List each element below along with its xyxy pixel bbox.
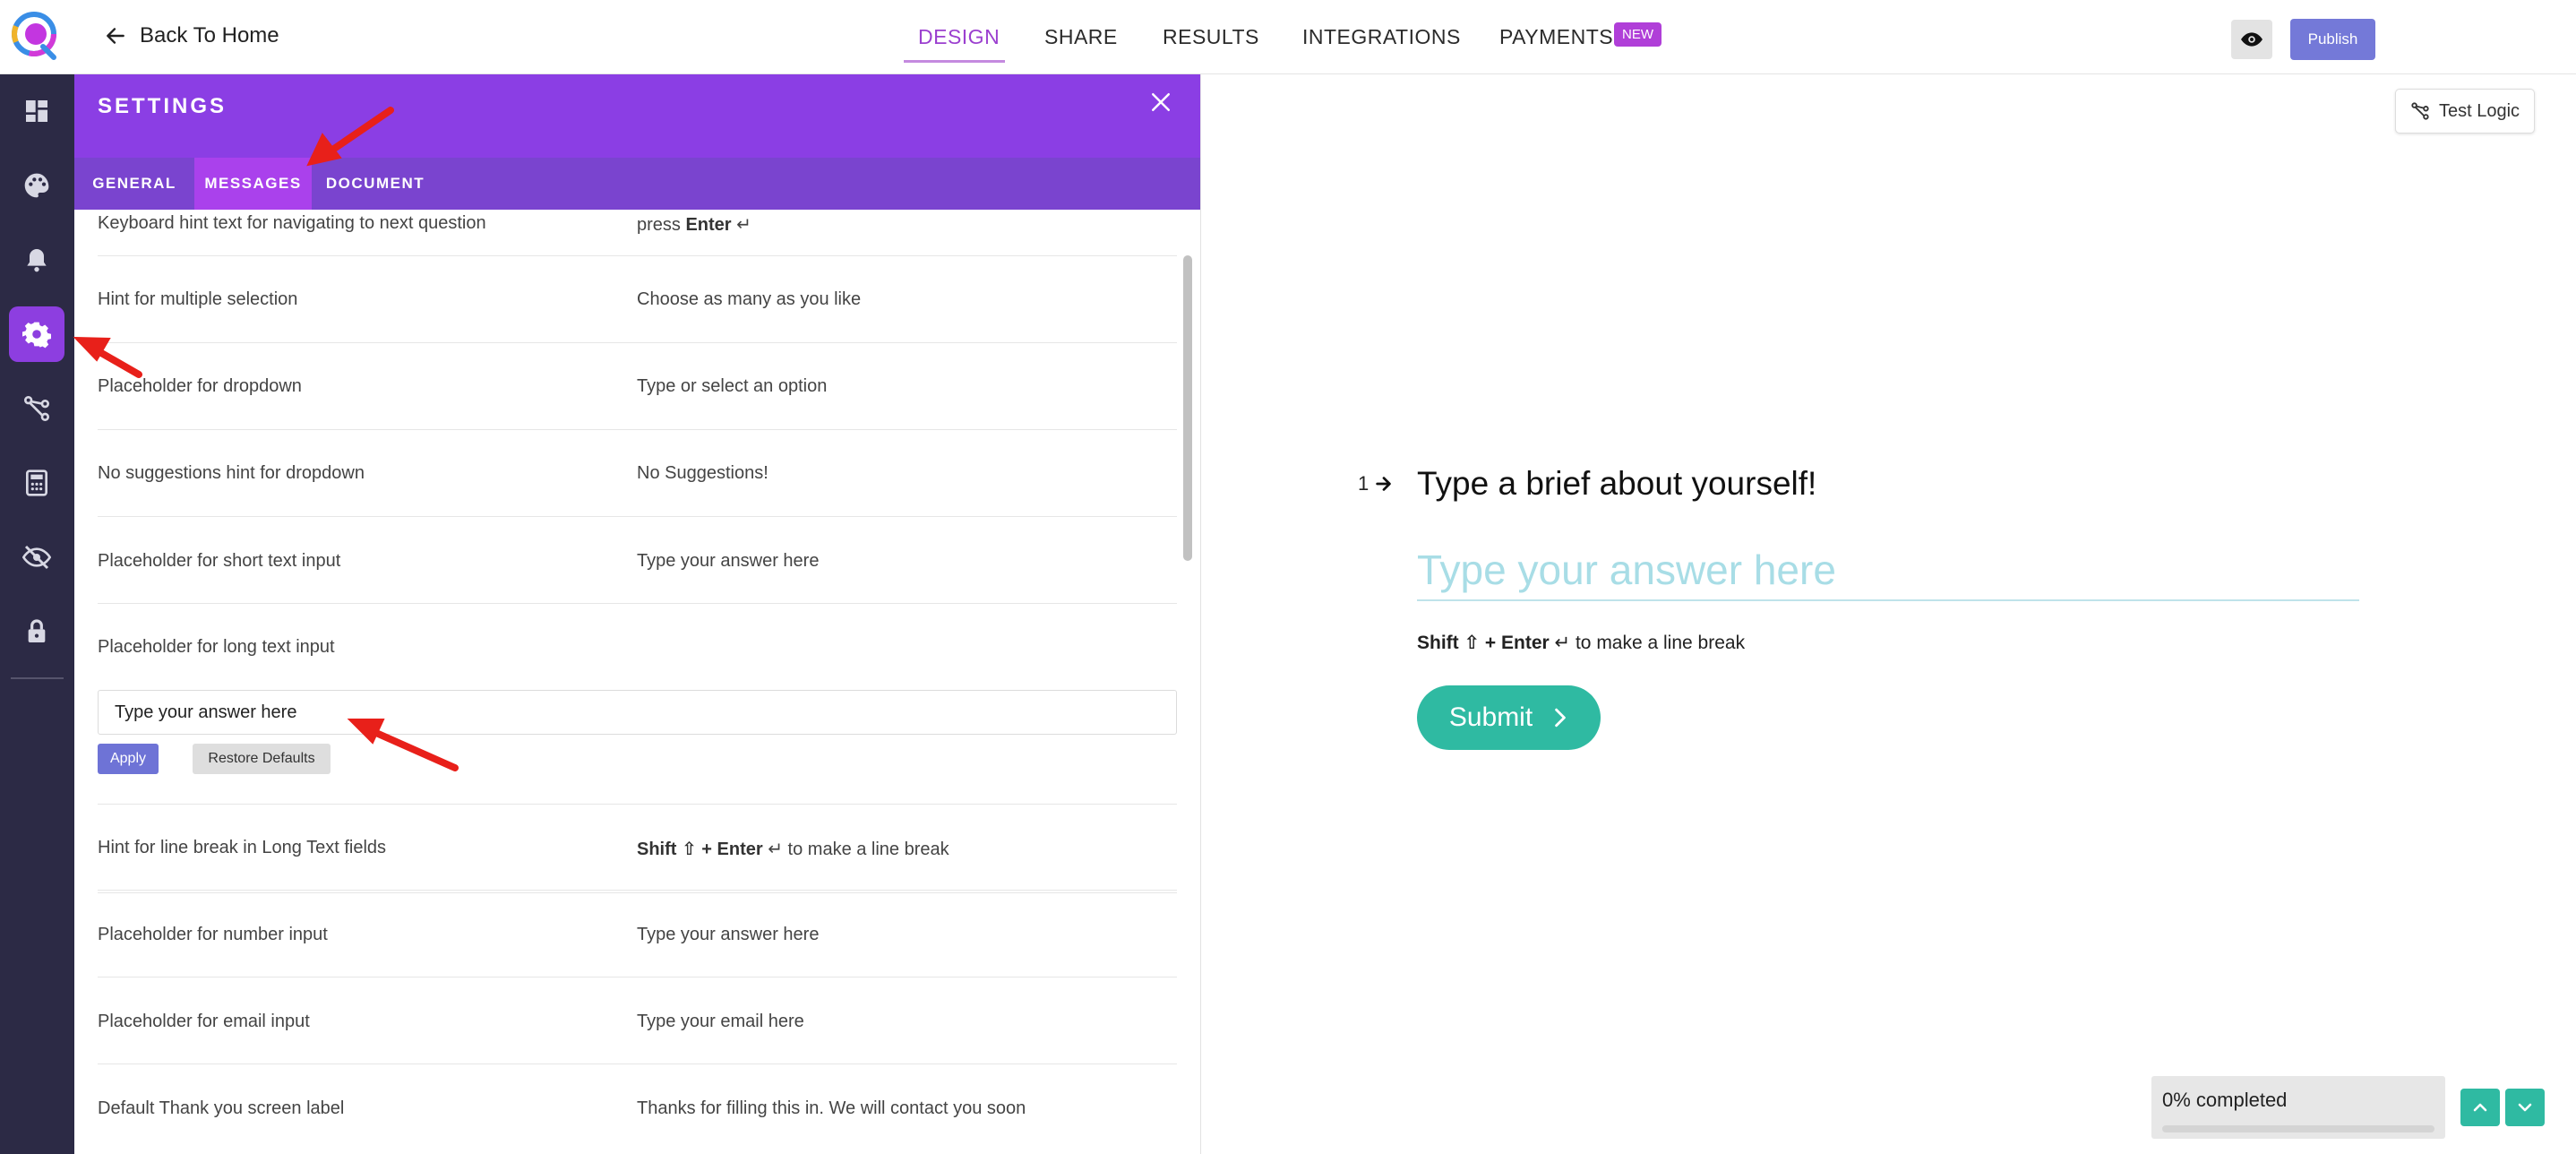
sidebar-item-access[interactable]: [9, 604, 64, 659]
setting-label: No suggestions hint for dropdown: [98, 463, 365, 483]
setting-value: Type your answer here: [637, 925, 820, 944]
left-sidebar: [0, 74, 74, 1154]
publish-button[interactable]: Publish: [2290, 19, 2375, 60]
restore-defaults-button[interactable]: Restore Defaults: [193, 744, 331, 774]
setting-label: Placeholder for short text input: [98, 551, 341, 571]
setting-value: Type your answer here: [637, 551, 820, 571]
setting-label: Placeholder for email input: [98, 1012, 310, 1031]
test-logic-label: Test Logic: [2438, 100, 2520, 121]
next-question-button[interactable]: [2505, 1089, 2545, 1126]
messages-list-visible: Keyboard hint text for navigating to nex…: [98, 210, 1177, 1154]
arrow-right-icon: [1376, 477, 1392, 491]
test-logic-button[interactable]: Test Logic: [2395, 89, 2535, 133]
sidebar-item-dashboard[interactable]: [9, 83, 64, 139]
nav-integrations[interactable]: INTEGRATIONS: [1302, 25, 1461, 49]
setting-label: Hint for line break in Long Text fields: [98, 838, 387, 857]
settings-title: SETTINGS: [98, 94, 228, 118]
setting-value: Type or select an option: [637, 376, 828, 396]
active-nav-underline: [904, 60, 1005, 63]
tab-general[interactable]: GENERAL: [74, 158, 194, 210]
new-badge: NEW: [1614, 22, 1662, 47]
settings-panel: SETTINGS GENERAL MESSAGES DOCUMENT Keybo…: [74, 74, 1200, 1154]
chevron-down-icon: [2518, 1103, 2532, 1112]
settings-tabs: GENERAL MESSAGES DOCUMENT: [74, 158, 1200, 210]
setting-row-line-break-hint[interactable]: Hint for line break in Long Text fields …: [98, 804, 1177, 891]
question-title: Type a brief about yourself!: [1417, 465, 1817, 502]
setting-label: Placeholder for number input: [98, 925, 328, 944]
setting-row-dropdown-placeholder[interactable]: Placeholder for dropdown Type or select …: [98, 343, 1177, 430]
nav-share[interactable]: SHARE: [1044, 25, 1118, 49]
top-bar: Back To Home DESIGN SHARE RESULTS INTEGR…: [0, 0, 2576, 74]
setting-value: Shift ⇧ + Enter ↵ to make a line break: [637, 840, 949, 859]
setting-row-keyboard-hint[interactable]: Keyboard hint text for navigating to nex…: [98, 210, 1177, 256]
answer-input[interactable]: [1417, 540, 2359, 601]
line-break-hint: Shift ⇧ + Enter ↵ to make a line break: [1417, 633, 1746, 653]
branch-icon: [24, 396, 49, 421]
close-icon[interactable]: [1147, 89, 1174, 116]
nav-results[interactable]: RESULTS: [1163, 25, 1259, 49]
bell-icon: [27, 249, 47, 272]
setting-row-no-suggestions[interactable]: No suggestions hint for dropdown No Sugg…: [98, 430, 1177, 517]
back-to-home-link[interactable]: Back To Home: [104, 23, 279, 48]
settings-scrollbar[interactable]: [1183, 255, 1192, 561]
setting-row-number-input[interactable]: Placeholder for number input Type your a…: [98, 891, 1177, 977]
tab-messages[interactable]: MESSAGES: [194, 158, 312, 210]
nav-design[interactable]: DESIGN: [918, 25, 1000, 49]
chevron-right-icon: [1555, 708, 1567, 728]
dashboard-icon: [26, 100, 47, 122]
setting-row-email-input[interactable]: Placeholder for email input Type your em…: [98, 977, 1177, 1064]
sidebar-item-hidden-fields[interactable]: [9, 530, 64, 585]
sidebar-item-settings[interactable]: [9, 306, 64, 362]
setting-label: Keyboard hint text for navigating to nex…: [98, 213, 486, 233]
preview-button[interactable]: [2231, 20, 2272, 59]
setting-row-thank-you-label[interactable]: Default Thank you screen label Thanks fo…: [98, 1064, 1177, 1154]
branch-icon: [2411, 102, 2429, 120]
app-logo[interactable]: [9, 7, 63, 61]
submit-button[interactable]: Submit: [1417, 685, 1601, 750]
progress-track: [2162, 1125, 2434, 1132]
chevron-up-icon: [2473, 1103, 2487, 1112]
back-to-home-label: Back To Home: [140, 23, 279, 47]
arrow-left-icon: [107, 28, 125, 44]
form-preview: [1200, 74, 2576, 1154]
sidebar-item-notifications[interactable]: [9, 232, 64, 288]
setting-value: press Enter ↵: [637, 215, 751, 235]
setting-row-short-text[interactable]: Placeholder for short text input Type yo…: [98, 517, 1177, 604]
question-number: 1: [1358, 472, 1394, 495]
eye-icon: [2241, 32, 2263, 47]
setting-label: Default Thank you screen label: [98, 1098, 345, 1118]
setting-row-multiple-selection[interactable]: Hint for multiple selection Choose as ma…: [98, 256, 1177, 343]
setting-label: Placeholder for dropdown: [98, 376, 302, 396]
settings-header: SETTINGS: [74, 74, 1200, 158]
setting-value: No Suggestions!: [637, 463, 769, 483]
question-number-value: 1: [1358, 472, 1370, 495]
sidebar-item-theme[interactable]: [9, 158, 64, 213]
apply-button[interactable]: Apply: [98, 744, 159, 774]
sidebar-item-calculator[interactable]: [9, 455, 64, 511]
nav-payments[interactable]: PAYMENTS: [1499, 25, 1613, 49]
setting-label: Hint for multiple selection: [98, 289, 298, 309]
progress-indicator: 0% completed: [2151, 1076, 2445, 1139]
lock-icon: [28, 619, 46, 642]
sidebar-divider: [11, 677, 64, 679]
calculator-icon: [26, 469, 47, 496]
previous-question-button[interactable]: [2460, 1089, 2500, 1126]
gear-icon: [22, 322, 51, 349]
tab-document[interactable]: DOCUMENT: [312, 158, 439, 210]
setting-value: Type your email here: [637, 1012, 804, 1031]
progress-text: 0% completed: [2162, 1089, 2288, 1111]
setting-label: Placeholder for long text input: [98, 637, 335, 657]
eye-slash-icon: [22, 545, 51, 570]
sidebar-item-logic[interactable]: [9, 381, 64, 436]
long-text-placeholder-input[interactable]: [98, 690, 1177, 735]
setting-value: Thanks for filling this in. We will cont…: [637, 1098, 1026, 1118]
submit-label: Submit: [1448, 702, 1533, 732]
setting-value: Choose as many as you like: [637, 289, 862, 309]
palette-icon: [24, 173, 49, 198]
